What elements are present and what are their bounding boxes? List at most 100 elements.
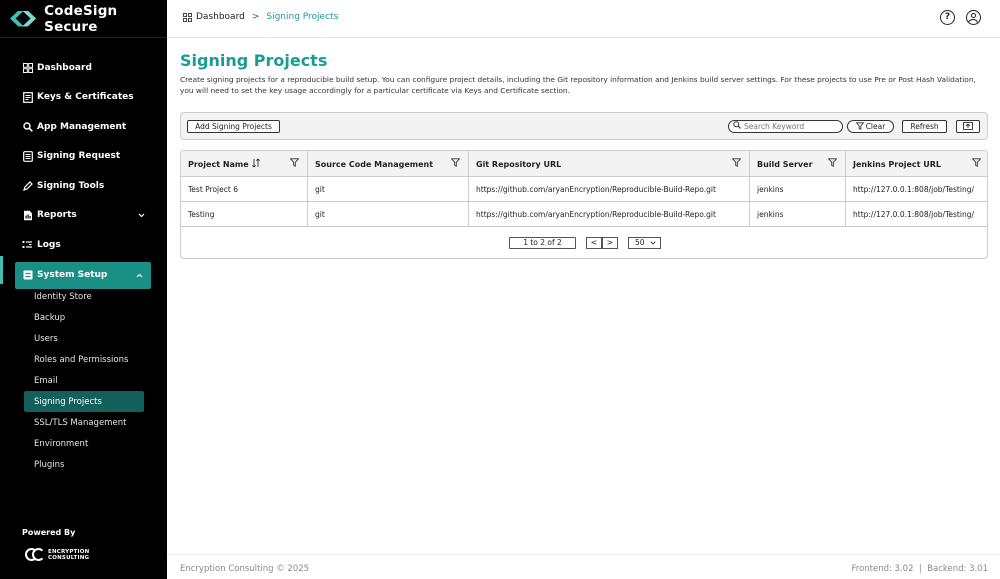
main-content: Signing Projects Create signing projects…: [167, 39, 1000, 554]
footer-version: Frontend: 3.02 | Backend: 3.01: [851, 564, 988, 574]
settings-icon: [22, 270, 33, 281]
sidebar-item-label: Logs: [37, 239, 61, 250]
pagination-summary: 1 to 2 of 2: [509, 237, 576, 249]
column-header-build-server[interactable]: Build Server: [750, 151, 846, 177]
export-button[interactable]: [956, 120, 980, 133]
pen-icon: [22, 180, 33, 191]
cell-jenkins-project-url: http://127.0.0.1:808/job/Testing/: [853, 185, 974, 194]
table-toolbar: Add Signing Projects Clear Refresh: [180, 112, 988, 140]
pagination: 1 to 2 of 2 < > 50: [181, 237, 987, 251]
clear-filters-button[interactable]: Clear: [847, 120, 894, 133]
filter-icon[interactable]: [731, 158, 742, 169]
table-row[interactable]: Testing git https://github.com/aryanEncr…: [181, 202, 987, 227]
sidebar-item-logs[interactable]: Logs: [0, 230, 167, 260]
brand[interactable]: CodeSign Secure: [0, 0, 167, 38]
submenu-item-identity-store[interactable]: Identity Store: [24, 286, 144, 307]
sidebar-item-label: Keys & Certificates: [37, 92, 134, 103]
sidebar-item-label: Signing Tools: [37, 180, 105, 191]
cell-git-repository-url: https://github.com/aryanEncryption/Repro…: [469, 202, 750, 227]
sidebar-item-label: Reports: [37, 210, 77, 221]
breadcrumb: Dashboard > Signing Projects: [183, 12, 338, 22]
filter-clear-icon: [855, 121, 865, 132]
help-icon[interactable]: ?: [940, 10, 955, 25]
breadcrumb-home[interactable]: Dashboard: [196, 12, 245, 22]
signing-projects-table: Project Name Source Code Management Git …: [180, 150, 988, 259]
submenu-item-email[interactable]: Email: [24, 370, 144, 391]
next-page-button[interactable]: >: [602, 237, 618, 249]
system-setup-submenu: Identity Store Backup Users Roles and Pe…: [24, 286, 144, 475]
report-icon: [22, 210, 33, 221]
codesign-logo-icon: [10, 8, 37, 30]
submenu-item-backup[interactable]: Backup: [24, 307, 144, 328]
search-icon: [22, 121, 33, 132]
page-title: Signing Projects: [180, 51, 328, 70]
user-account-icon[interactable]: [966, 10, 981, 25]
filter-icon[interactable]: [289, 158, 300, 169]
sidebar-item-app-management[interactable]: App Management: [0, 112, 167, 142]
chevron-up-icon: [136, 271, 143, 281]
powered-by-label: Powered By: [22, 528, 76, 537]
submenu-item-plugins[interactable]: Plugins: [24, 454, 144, 475]
column-header-git-repository-url[interactable]: Git Repository URL: [469, 151, 750, 177]
column-header-jenkins-project-url[interactable]: Jenkins Project URL: [846, 151, 987, 177]
sidebar-item-signing-request[interactable]: Signing Request: [0, 142, 167, 172]
sidebar-item-system-setup[interactable]: System Setup: [15, 261, 151, 289]
filter-icon[interactable]: [827, 158, 838, 169]
cell-build-server: jenkins: [750, 177, 846, 202]
certificate-icon: [22, 91, 33, 103]
table-row[interactable]: Test Project 6 git https://github.com/ar…: [181, 177, 987, 202]
sidebar-item-label: System Setup: [37, 270, 108, 280]
submenu-item-ssl-tls-management[interactable]: SSL/TLS Management: [24, 412, 144, 433]
submenu-item-roles-permissions[interactable]: Roles and Permissions: [24, 349, 144, 370]
sidebar-item-dashboard[interactable]: Dashboard: [0, 53, 167, 83]
filter-icon[interactable]: [971, 158, 982, 169]
column-header-source-code-management[interactable]: Source Code Management: [308, 151, 469, 177]
cell-project-name: Test Project 6: [181, 177, 308, 202]
filter-icon[interactable]: [450, 158, 461, 169]
sidebar-item-keys-certificates[interactable]: Keys & Certificates: [0, 83, 167, 113]
cell-jenkins-project-url: http://127.0.0.1:808/job/Testing/: [853, 210, 974, 219]
breadcrumb-separator: >: [251, 12, 260, 22]
sidebar-item-label: Signing Request: [37, 151, 121, 162]
sidebar-nav: Dashboard Keys & Certificates App Manage…: [0, 53, 167, 289]
page-description: Create signing projects for a reproducib…: [180, 75, 976, 95]
sidebar: CodeSign Secure Dashboard Keys & Certifi…: [0, 0, 167, 579]
search-box[interactable]: [728, 120, 843, 133]
export-icon: [963, 121, 973, 132]
brand-name: CodeSign Secure: [44, 2, 118, 35]
sidebar-item-label: Dashboard: [37, 62, 92, 73]
submenu-item-environment[interactable]: Environment: [24, 433, 144, 454]
sort-icon[interactable]: [251, 158, 261, 170]
ec-logo-icon: [25, 547, 45, 563]
chevron-down-icon: [650, 241, 656, 245]
footer-copyright: Encryption Consulting © 2025: [180, 564, 310, 574]
breadcrumb-current: Signing Projects: [266, 12, 339, 22]
ec-logo-line2: CONSULTING: [48, 555, 90, 561]
logs-icon: [22, 239, 33, 250]
cell-build-server: jenkins: [750, 202, 846, 227]
top-bar: Dashboard > Signing Projects ?: [167, 0, 1000, 38]
submenu-item-signing-projects[interactable]: Signing Projects: [24, 391, 144, 412]
sidebar-item-reports[interactable]: Reports: [0, 201, 167, 231]
cell-source-code-management: git: [308, 177, 469, 202]
previous-page-button[interactable]: <: [586, 237, 602, 249]
search-icon: [733, 121, 741, 132]
column-header-project-name[interactable]: Project Name: [181, 151, 308, 177]
cell-project-name: Testing: [181, 202, 308, 227]
submenu-item-users[interactable]: Users: [24, 328, 144, 349]
cell-source-code-management: git: [308, 202, 469, 227]
add-signing-projects-button[interactable]: Add Signing Projects: [187, 120, 280, 133]
page-size-select[interactable]: 50: [628, 237, 661, 249]
search-input[interactable]: [744, 122, 839, 131]
dashboard-grid-icon: [183, 12, 192, 22]
sidebar-item-label: App Management: [37, 121, 127, 132]
cell-git-repository-url: https://github.com/aryanEncryption/Repro…: [469, 177, 750, 202]
refresh-button[interactable]: Refresh: [902, 120, 947, 133]
chevron-down-icon: [138, 211, 145, 221]
clear-label: Clear: [865, 122, 886, 131]
footer: Encryption Consulting © 2025 Frontend: 3…: [167, 554, 1000, 579]
page-size-value: 50: [635, 238, 645, 247]
sidebar-item-signing-tools[interactable]: Signing Tools: [0, 171, 167, 201]
document-icon: [22, 150, 33, 162]
grid-icon: [22, 62, 33, 73]
